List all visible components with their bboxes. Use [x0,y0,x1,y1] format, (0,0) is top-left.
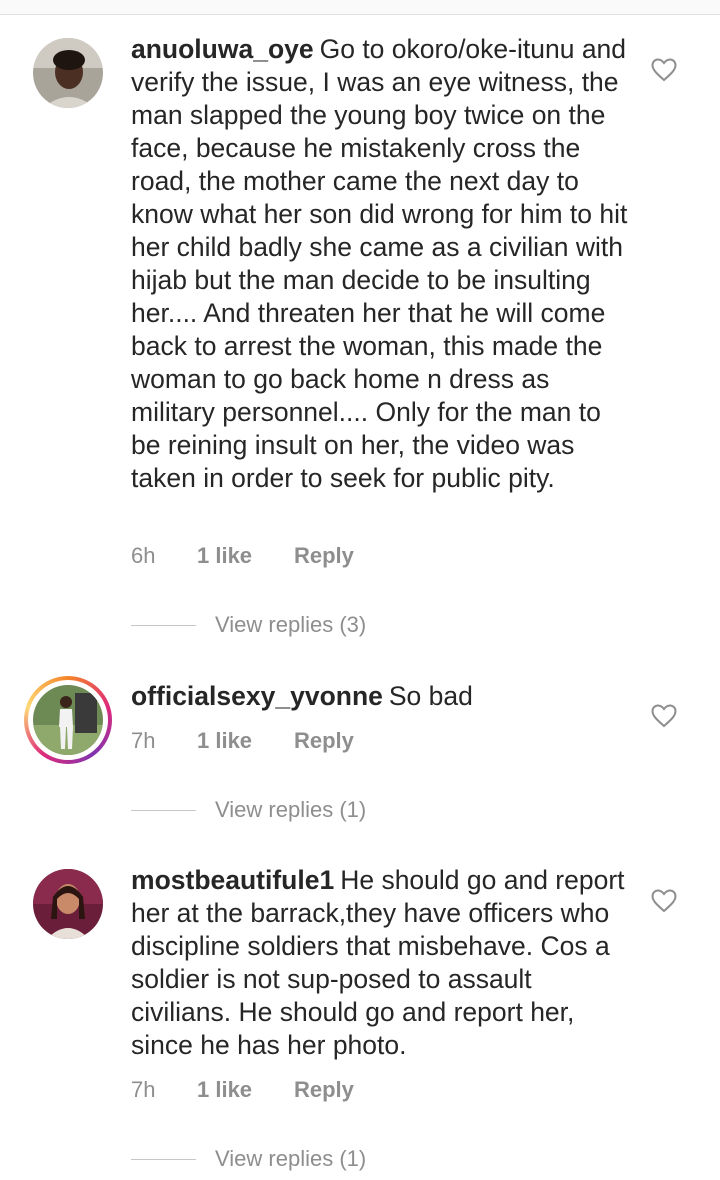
comment-likes[interactable]: 1 like [197,728,294,754]
comment-text: Go to okoro/oke-itunu and verify the iss… [131,34,628,493]
avatar-story-ring[interactable] [24,676,112,764]
avatar-photo [33,38,103,108]
view-replies-label: View replies (1) [215,1146,367,1171]
view-replies-button[interactable]: View replies (1) [131,1146,366,1172]
view-replies-button[interactable]: View replies (3) [131,612,366,638]
comment-time: 7h [131,728,156,753]
comment-username[interactable]: mostbeautifule1 [131,865,334,895]
heart-icon[interactable] [651,889,677,913]
divider-line [131,624,196,626]
comment-username[interactable]: officialsexy_yvonne [131,681,383,711]
comment-likes[interactable]: 1 like [197,543,294,569]
view-replies-button[interactable]: View replies (1) [131,797,366,823]
avatar[interactable] [33,869,103,939]
view-replies-label: View replies (1) [215,797,367,822]
comment-username[interactable]: anuoluwa_oye [131,34,314,64]
comment-body: mostbeautifule1 He should go and report h… [131,864,631,1062]
avatar-photo [33,685,103,755]
top-bar [0,0,720,15]
comment-meta: 6h 1 like Reply [131,543,354,569]
heart-icon[interactable] [651,704,677,728]
reply-button[interactable]: Reply [294,543,354,569]
comment-body: officialsexy_yvonne So bad [131,680,631,713]
comment-meta: 7h 1 like Reply [131,1077,354,1103]
divider-line [131,809,196,811]
comment-text: So bad [388,681,473,711]
comment-likes[interactable]: 1 like [197,1077,294,1103]
comment-time: 6h [131,543,156,568]
avatar-photo [33,869,103,939]
reply-button[interactable]: Reply [294,728,354,754]
divider-line [131,1158,196,1160]
comment-time: 7h [131,1077,156,1102]
comment-meta: 7h 1 like Reply [131,728,354,754]
view-replies-label: View replies (3) [215,612,367,637]
avatar[interactable] [33,38,103,108]
comment-body: anuoluwa_oye Go to okoro/oke-itunu and ve… [131,33,631,495]
avatar [33,685,103,755]
reply-button[interactable]: Reply [294,1077,354,1103]
heart-icon[interactable] [651,58,677,82]
